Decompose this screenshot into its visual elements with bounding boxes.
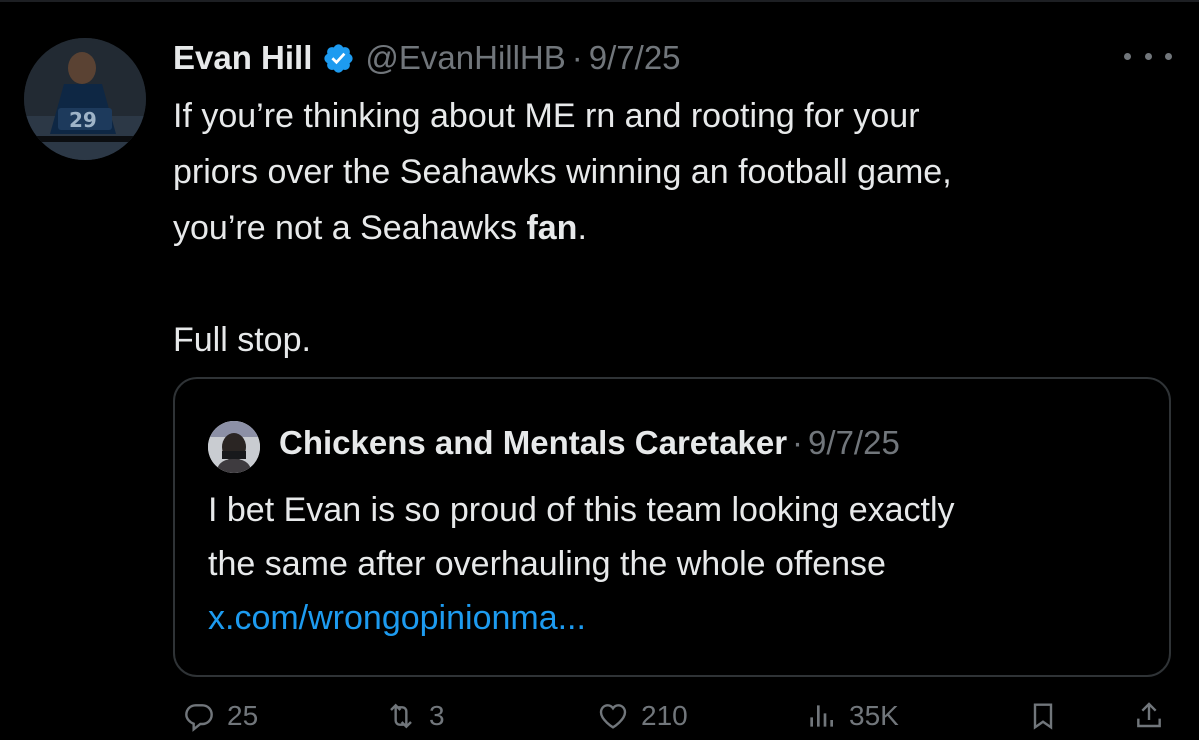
bookmark-icon xyxy=(1033,703,1053,730)
quoted-author-avatar[interactable] xyxy=(208,421,260,473)
tweet-text-segment: . xyxy=(577,209,587,247)
person-avatar-icon xyxy=(208,421,260,473)
tweet-date[interactable]: 9/7/25 xyxy=(589,39,681,77)
share-button[interactable] xyxy=(1133,700,1165,732)
like-count: 210 xyxy=(641,700,688,731)
tweet-text-line: Full stop. xyxy=(173,321,311,359)
tweet-text-line: you’re not a Seahawks fan. xyxy=(173,200,1163,256)
tweet-text-line: priors over the Seahawks winning an foot… xyxy=(173,153,952,191)
repost-button[interactable]: 3 xyxy=(385,700,445,732)
separator-dot: · xyxy=(792,424,804,461)
quoted-tweet-link[interactable]: x.com/wrongopinionma... xyxy=(208,591,1158,645)
tweet-actions-bar: 25 3 210 35K xyxy=(173,700,1171,740)
quoted-tweet-header: Chickens and Mentals Caretaker · 9/7/25 xyxy=(279,417,900,469)
author-display-name[interactable]: Evan Hill xyxy=(173,39,312,77)
quoted-text-line: the same after overhauling the whole off… xyxy=(208,545,886,583)
quoted-text-line: I bet Evan is so proud of this team look… xyxy=(208,491,955,529)
views-button[interactable]: 35K xyxy=(805,700,899,732)
heart-icon xyxy=(599,704,627,729)
author-handle[interactable]: @EvanHillHB xyxy=(365,39,565,77)
top-divider xyxy=(0,0,1199,2)
more-dot xyxy=(1124,52,1131,60)
svg-text:29: 29 xyxy=(69,108,97,132)
tweet-header: Evan Hill @EvanHillHB · 9/7/25 xyxy=(173,32,681,84)
quoted-tweet-date[interactable]: 9/7/25 xyxy=(808,424,900,462)
views-count: 35K xyxy=(849,700,899,731)
tweet-text-bold: fan xyxy=(526,209,578,247)
bookmark-button[interactable] xyxy=(1027,700,1059,732)
tweet-text: If you’re thinking about ME rn and rooti… xyxy=(173,88,1163,368)
like-button[interactable]: 210 xyxy=(597,700,688,732)
tweet-text-line: If you’re thinking about ME rn and rooti… xyxy=(173,97,920,135)
football-player-avatar-icon: 29 xyxy=(24,38,146,160)
verified-badge-icon[interactable] xyxy=(322,42,355,75)
quoted-tweet-card[interactable]: Chickens and Mentals Caretaker · 9/7/25 … xyxy=(173,377,1171,677)
reply-count: 25 xyxy=(227,700,259,731)
repost-count: 3 xyxy=(429,700,445,731)
separator-dot: · xyxy=(571,39,583,76)
quoted-tweet-text: I bet Evan is so proud of this team look… xyxy=(208,483,1158,645)
views-icon xyxy=(810,705,833,727)
share-icon xyxy=(1137,702,1161,728)
tweet-text-segment: you’re not a Seahawks xyxy=(173,209,527,247)
repost-icon xyxy=(390,703,412,729)
more-dot xyxy=(1144,52,1152,60)
reply-icon xyxy=(185,704,213,732)
more-dot xyxy=(1165,52,1172,60)
author-avatar[interactable]: 29 xyxy=(24,38,146,160)
more-horizontal-icon[interactable] xyxy=(1124,36,1172,76)
quoted-author-display-name[interactable]: Chickens and Mentals Caretaker xyxy=(279,424,787,462)
reply-button[interactable]: 25 xyxy=(183,700,258,732)
